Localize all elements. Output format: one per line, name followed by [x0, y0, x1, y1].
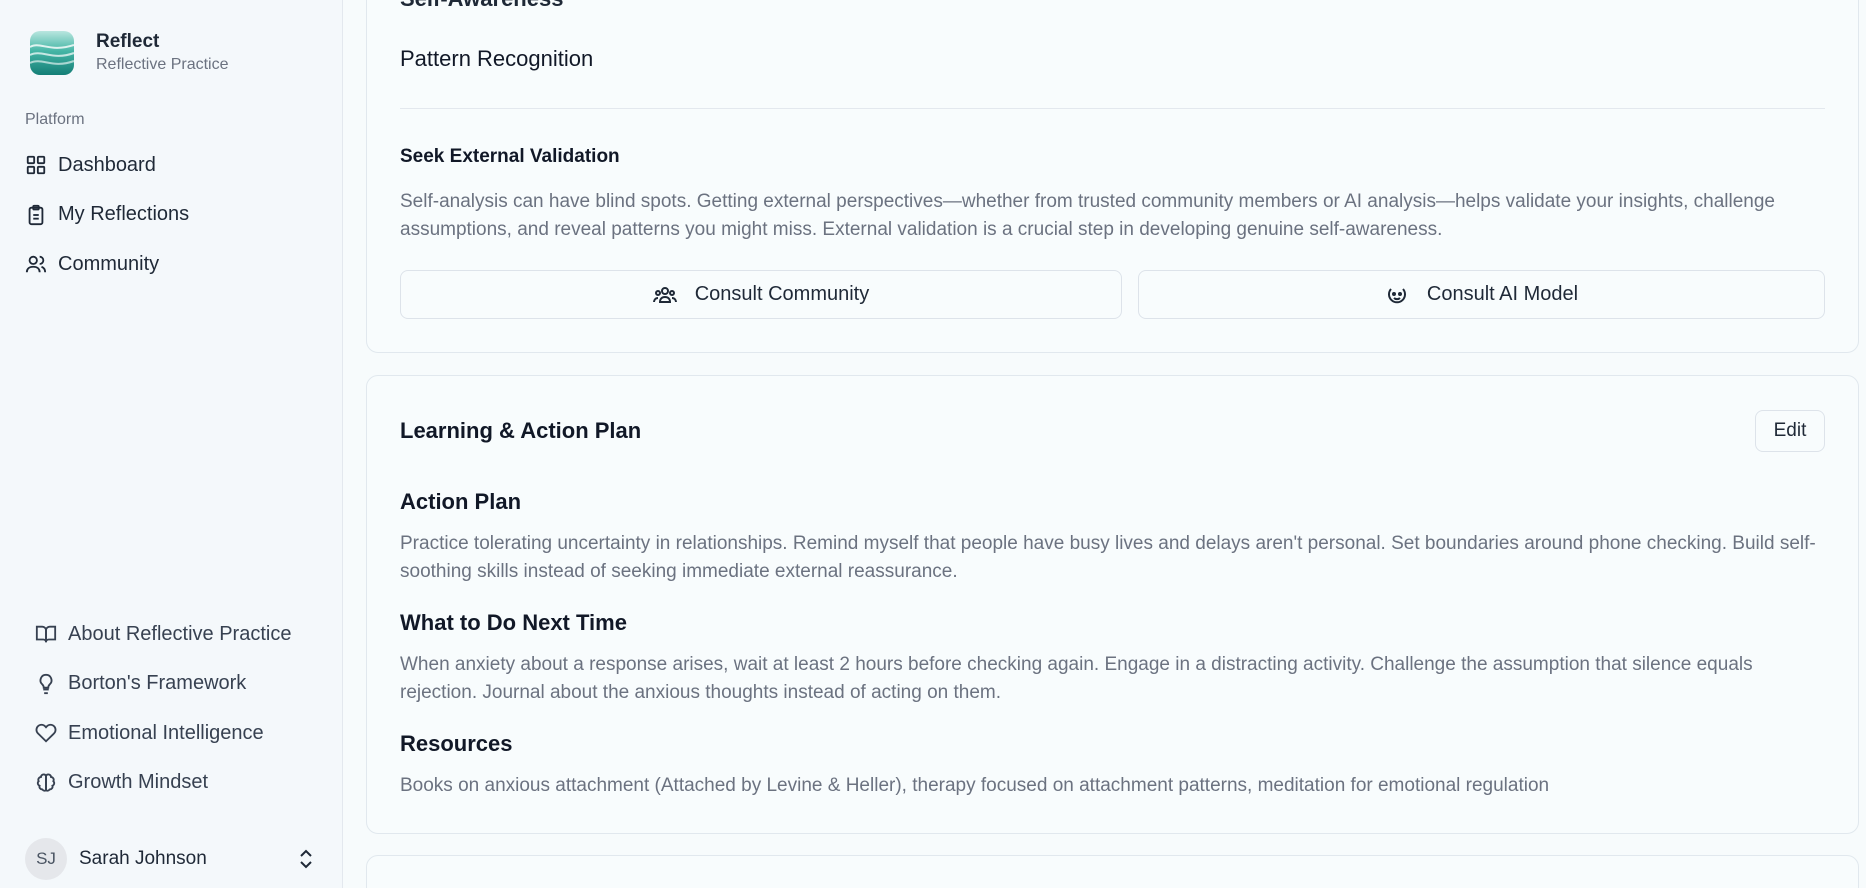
brand-name: Reflect — [96, 31, 160, 52]
edit-button[interactable]: Edit — [1755, 410, 1825, 452]
action-plan-text: Practice tolerating uncertainty in relat… — [400, 533, 1816, 582]
primary-nav: Dashboard My Reflections Community — [25, 150, 189, 299]
sidebar-item-label: My Reflections — [58, 203, 190, 225]
consult-community-button[interactable]: Consult Community — [400, 270, 1122, 319]
users-group-icon — [652, 283, 677, 307]
sidebar-item-label: About Reflective Practice — [68, 622, 292, 645]
sidebar-item-label: Community — [58, 252, 160, 275]
user-menu[interactable]: SJ Sarah Johnson — [25, 838, 315, 880]
sidebar-item-label: Dashboard — [58, 153, 156, 176]
lightbulb-icon — [35, 673, 57, 695]
action-plan-title: Action Plan — [400, 489, 522, 514]
next-card — [366, 855, 1859, 888]
avatar: SJ — [25, 838, 67, 880]
next-time-text: When anxiety about a response arises, wa… — [400, 654, 1753, 703]
sidebar: Reflect Reflective Practice Platform Das… — [0, 0, 343, 888]
resources-text: Books on anxious attachment (Attached by… — [400, 775, 1550, 796]
validation-title: Seek External Validation — [400, 146, 620, 167]
divider — [400, 108, 1825, 109]
resources-title: Resources — [400, 731, 513, 756]
users-icon — [25, 253, 47, 275]
clipboard-icon — [25, 204, 47, 226]
sidebar-item-label: Growth Mindset — [68, 771, 209, 793]
sidebar-item-label: Emotional Intelligence — [68, 721, 264, 744]
sidebar-item-emotional-intelligence[interactable]: Emotional Intelligence — [35, 718, 291, 748]
next-time-title: What to Do Next Time — [400, 610, 627, 635]
secondary-nav: About Reflective Practice Borton's Frame… — [35, 619, 291, 817]
book-open-icon — [35, 623, 57, 645]
brand[interactable]: Reflect Reflective Practice — [30, 30, 229, 76]
grid-icon — [25, 154, 47, 176]
sidebar-item-label: Borton's Framework — [68, 672, 247, 694]
validation-text: Self-analysis can have blind spots. Gett… — [400, 191, 1775, 240]
consult-ai-button[interactable]: Consult AI Model — [1138, 270, 1825, 319]
brand-subtitle: Reflective Practice — [96, 56, 229, 73]
user-name: Sarah Johnson — [79, 848, 207, 869]
pattern-recognition-title: Pattern Recognition — [400, 46, 594, 71]
brain-icon — [35, 772, 57, 794]
chevrons-up-down-icon — [297, 848, 315, 870]
learning-action-plan-title: Learning & Action Plan — [400, 418, 642, 443]
heart-icon — [35, 722, 57, 744]
nav-group-label: Platform — [25, 111, 85, 128]
card-heading-clipped: Self-Awareness — [400, 0, 563, 12]
brand-logo — [30, 31, 74, 75]
ai-face-icon — [1385, 283, 1409, 307]
sidebar-item-growth-mindset[interactable]: Growth Mindset — [35, 768, 291, 798]
sidebar-item-my-reflections[interactable]: My Reflections — [25, 200, 189, 230]
sidebar-item-about-reflective-practice[interactable]: About Reflective Practice — [35, 619, 291, 649]
sidebar-item-community[interactable]: Community — [25, 249, 189, 279]
consult-community-label: Consult Community — [694, 283, 870, 305]
consult-ai-label: Consult AI Model — [1426, 283, 1579, 305]
sidebar-item-bortons-framework[interactable]: Borton's Framework — [35, 669, 291, 699]
sidebar-item-dashboard[interactable]: Dashboard — [25, 150, 189, 180]
